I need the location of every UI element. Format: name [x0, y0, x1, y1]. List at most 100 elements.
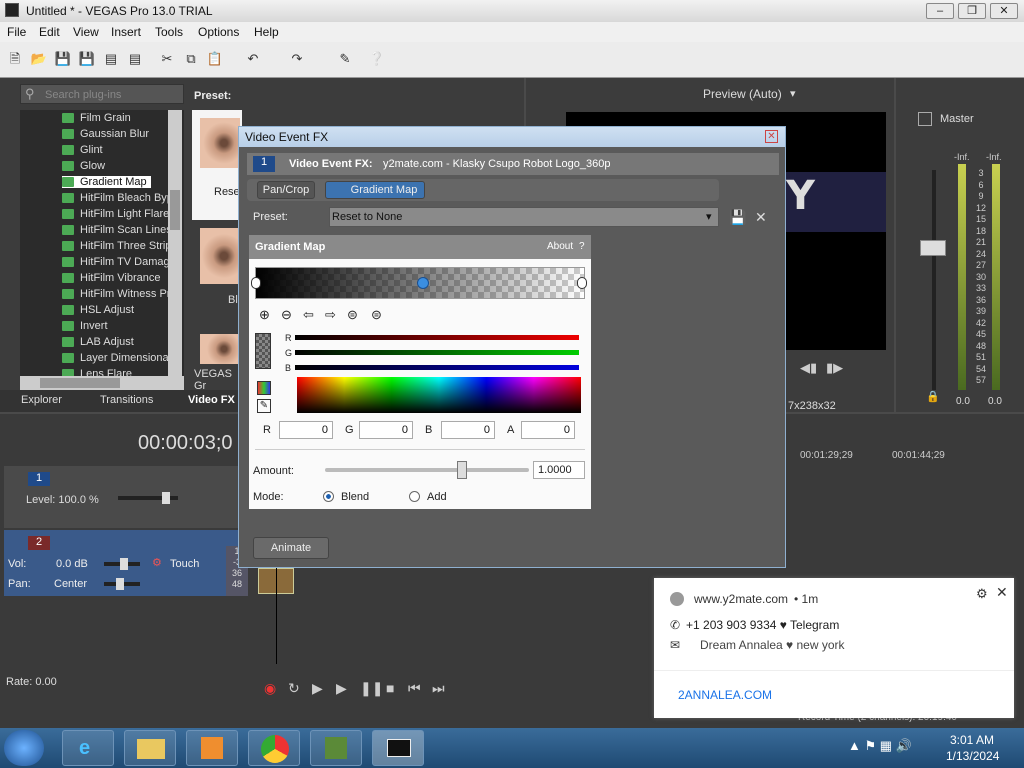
g-value-input[interactable]: 0: [359, 421, 413, 439]
help-pointer-icon[interactable]: ❔: [368, 50, 386, 68]
cut-icon[interactable]: ✂: [158, 50, 176, 68]
maximize-button[interactable]: ❐: [958, 3, 986, 19]
amount-slider-track[interactable]: [325, 468, 529, 472]
menu-view[interactable]: View: [73, 25, 99, 39]
menu-help[interactable]: Help: [254, 25, 279, 39]
play-from-start-icon[interactable]: ▶: [312, 680, 323, 697]
mode-add-radio[interactable]: [409, 491, 420, 502]
taskbar-explorer[interactable]: [124, 730, 176, 766]
preview-quality-label[interactable]: Preview (Auto): [703, 87, 782, 101]
tab-video-fx[interactable]: Video FX: [188, 394, 235, 406]
tab-explorer[interactable]: Explorer: [21, 394, 62, 406]
tray-icons[interactable]: ▲ ⚑ ▦ 🔊: [848, 738, 912, 754]
track-2-pan-slider[interactable]: [104, 578, 140, 590]
record-icon[interactable]: ◉: [264, 680, 276, 697]
list-item[interactable]: Glint: [62, 144, 103, 156]
list-item[interactable]: Film Grain: [62, 112, 131, 124]
go-start-icon[interactable]: ⏮: [408, 680, 421, 697]
notification-close-icon[interactable]: ✕: [996, 584, 1008, 601]
play-icon[interactable]: ▶: [336, 680, 347, 697]
r-channel-slider[interactable]: [295, 335, 579, 340]
amount-slider-thumb[interactable]: [456, 461, 467, 479]
chain-gradient-map[interactable]: Gradient Map: [325, 181, 425, 199]
list-item[interactable]: Invert: [62, 320, 108, 332]
gear-icon[interactable]: ⚙: [152, 556, 162, 569]
chain-pan-crop[interactable]: Pan/Crop: [257, 181, 315, 199]
gradient-stop-start[interactable]: [251, 277, 261, 289]
spread-icon[interactable]: ⊜: [347, 307, 358, 323]
animate-button[interactable]: Animate: [253, 537, 329, 559]
transport-prev-frame[interactable]: ◀▮: [800, 360, 817, 376]
a-value-input[interactable]: 0: [521, 421, 575, 439]
chevron-down-icon[interactable]: ▾: [790, 87, 796, 100]
list-item[interactable]: HitFilm Witness Pr: [62, 288, 170, 300]
list-item[interactable]: LAB Adjust: [62, 336, 134, 348]
palette-icon[interactable]: [257, 381, 271, 395]
move-right-icon[interactable]: ⇨: [325, 307, 336, 323]
undo-icon[interactable]: ↶: [244, 50, 262, 68]
notification-link[interactable]: 2ANNALEA.COM: [678, 688, 772, 702]
list-item[interactable]: HitFilm TV Damage: [62, 256, 176, 268]
r-value-input[interactable]: 0: [279, 421, 333, 439]
list-item[interactable]: Lens Flare: [62, 368, 132, 376]
gradient-stop-selected[interactable]: [417, 277, 429, 289]
track-2-vol-slider[interactable]: [104, 558, 140, 570]
color-swatch[interactable]: [255, 333, 271, 369]
new-icon[interactable]: 🗎: [6, 50, 24, 68]
remove-stop-icon[interactable]: ⊖: [281, 307, 292, 323]
list-item[interactable]: HSL Adjust: [62, 304, 134, 316]
help-icon[interactable]: ?: [579, 241, 585, 252]
preset-thumb[interactable]: Reset: [192, 110, 243, 220]
settings-gear-icon[interactable]: ⚙: [976, 586, 988, 602]
open-icon[interactable]: 📂: [30, 50, 48, 68]
list-item-selected[interactable]: Gradient Map: [62, 176, 151, 188]
taskbar-vegas[interactable]: [372, 730, 424, 766]
move-left-icon[interactable]: ⇦: [303, 307, 314, 323]
start-button[interactable]: [4, 730, 44, 766]
taskbar-chrome[interactable]: [248, 730, 300, 766]
list-item[interactable]: Glow: [62, 160, 105, 172]
list-item[interactable]: HitFilm Three Strip: [62, 240, 171, 252]
list-item[interactable]: HitFilm Vibrance: [62, 272, 161, 284]
paste-icon[interactable]: 📋: [206, 50, 224, 68]
close-button[interactable]: ✕: [990, 3, 1018, 19]
list-item[interactable]: Gaussian Blur: [62, 128, 149, 140]
g-channel-slider[interactable]: [295, 350, 579, 355]
menu-insert[interactable]: Insert: [111, 25, 141, 39]
about-link[interactable]: About: [547, 241, 573, 252]
playhead[interactable]: [276, 564, 277, 664]
plugin-search[interactable]: ⚲ Search plug-ins: [20, 84, 184, 104]
lock-icon[interactable]: 🔒: [926, 390, 940, 403]
taskbar-media[interactable]: [186, 730, 238, 766]
track-1-level-slider[interactable]: [118, 492, 178, 504]
properties-icon[interactable]: ▤: [126, 50, 144, 68]
redo-icon[interactable]: ↷: [288, 50, 306, 68]
distribute-icon[interactable]: ⊜: [371, 307, 382, 323]
menu-edit[interactable]: Edit: [39, 25, 60, 39]
preset-dropdown[interactable]: Reset to None ▾: [329, 207, 719, 227]
list-item[interactable]: HitFilm Bleach Byp: [62, 192, 173, 204]
taskbar-ie[interactable]: e: [62, 730, 114, 766]
gradient-stop-end[interactable]: [577, 277, 587, 289]
list-item[interactable]: Layer Dimensional: [62, 352, 171, 364]
loop-icon[interactable]: ↻: [288, 680, 300, 697]
save-preset-icon[interactable]: 💾: [729, 209, 746, 226]
go-end-icon[interactable]: ⏭: [432, 680, 445, 697]
chrome-notification[interactable]: www.y2mate.com • 1m ⚙ ✕ ✆ +1 203 903 933…: [654, 578, 1014, 718]
master-fader[interactable]: [920, 240, 946, 256]
clock-time[interactable]: 3:01 AM: [950, 733, 994, 747]
clock-date[interactable]: 1/13/2024: [946, 749, 999, 763]
preset-thumb[interactable]: Blu: [192, 224, 244, 324]
menu-tools[interactable]: Tools: [155, 25, 183, 39]
copy-icon[interactable]: ⧉: [182, 50, 200, 68]
render-icon[interactable]: ▤: [102, 50, 120, 68]
dialog-close-button[interactable]: ✕: [765, 130, 778, 143]
save-icon[interactable]: 💾: [54, 50, 72, 68]
save-as-icon[interactable]: 💾: [78, 50, 96, 68]
plugin-list-hscrollbar[interactable]: [20, 376, 184, 390]
mode-blend-radio[interactable]: [323, 491, 334, 502]
track-2-mode[interactable]: Touch: [170, 558, 199, 570]
preset-thumb[interactable]: VEGAS Gr: [192, 332, 242, 392]
color-spectrum[interactable]: [297, 377, 581, 413]
amount-value-input[interactable]: 1.0000: [533, 461, 585, 479]
